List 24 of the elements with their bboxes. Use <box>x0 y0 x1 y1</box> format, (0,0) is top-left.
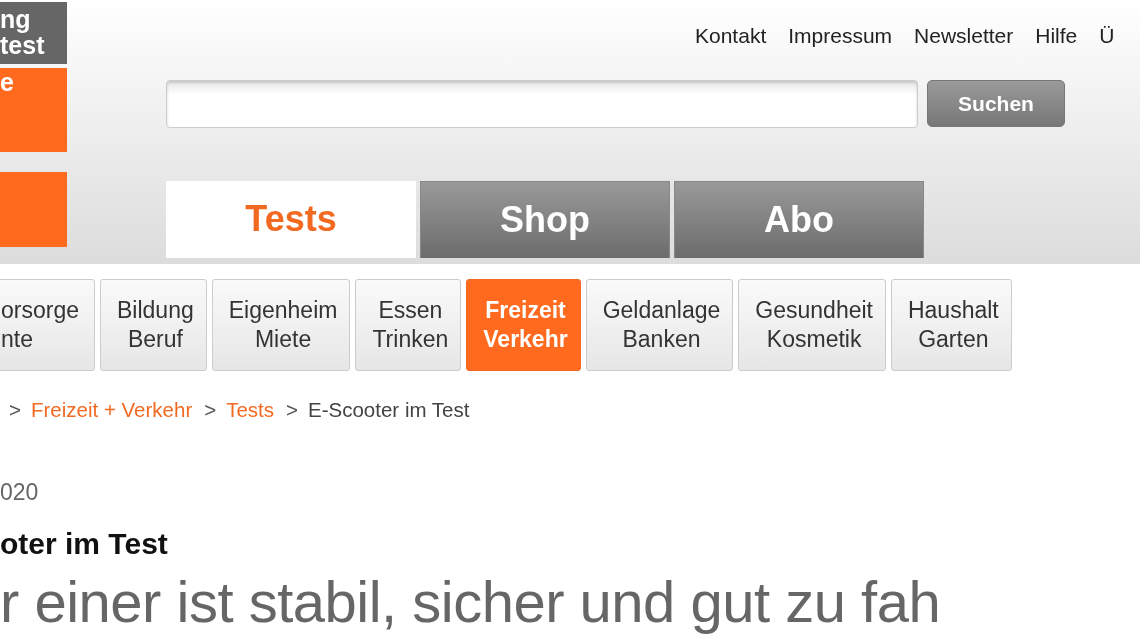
breadcrumb-separator: > <box>204 397 218 423</box>
top-link[interactable]: Ü <box>1099 20 1115 52</box>
category-tab[interactable]: orsorge nte <box>0 279 95 371</box>
breadcrumb-current: E-Scooter im Test <box>308 397 470 423</box>
logo-text[interactable]: ng test <box>0 2 67 64</box>
breadcrumb-separator: > <box>286 397 300 423</box>
category-tab[interactable]: Geldanlage Banken <box>585 279 734 371</box>
category-tab[interactable]: Eigenheim Miete <box>211 279 351 371</box>
search-button[interactable]: Suchen <box>927 80 1065 127</box>
category-tab[interactable]: Essen Trinken <box>355 279 462 371</box>
main-tab[interactable]: Shop <box>420 180 670 258</box>
main-tab[interactable]: Abo <box>674 180 924 258</box>
article-title: oter im Test <box>0 526 169 561</box>
breadcrumb-separator: > <box>9 397 22 423</box>
category-tab[interactable]: Bildung Beruf <box>100 279 207 371</box>
category-tab[interactable]: Gesundheit Kosmetik <box>738 279 886 371</box>
article-date: 020 <box>0 477 40 506</box>
top-link[interactable]: Newsletter <box>914 20 1014 52</box>
top-link[interactable]: Kontakt <box>695 20 767 52</box>
search-field[interactable] <box>166 79 918 128</box>
article-subtitle: r einer ist stabil, sicher und gut zu fah <box>0 570 942 633</box>
top-link[interactable]: Impressum <box>788 20 893 52</box>
category-tab[interactable]: Haushalt Garten <box>890 279 1012 371</box>
top-link[interactable]: Hilfe <box>1035 20 1078 52</box>
